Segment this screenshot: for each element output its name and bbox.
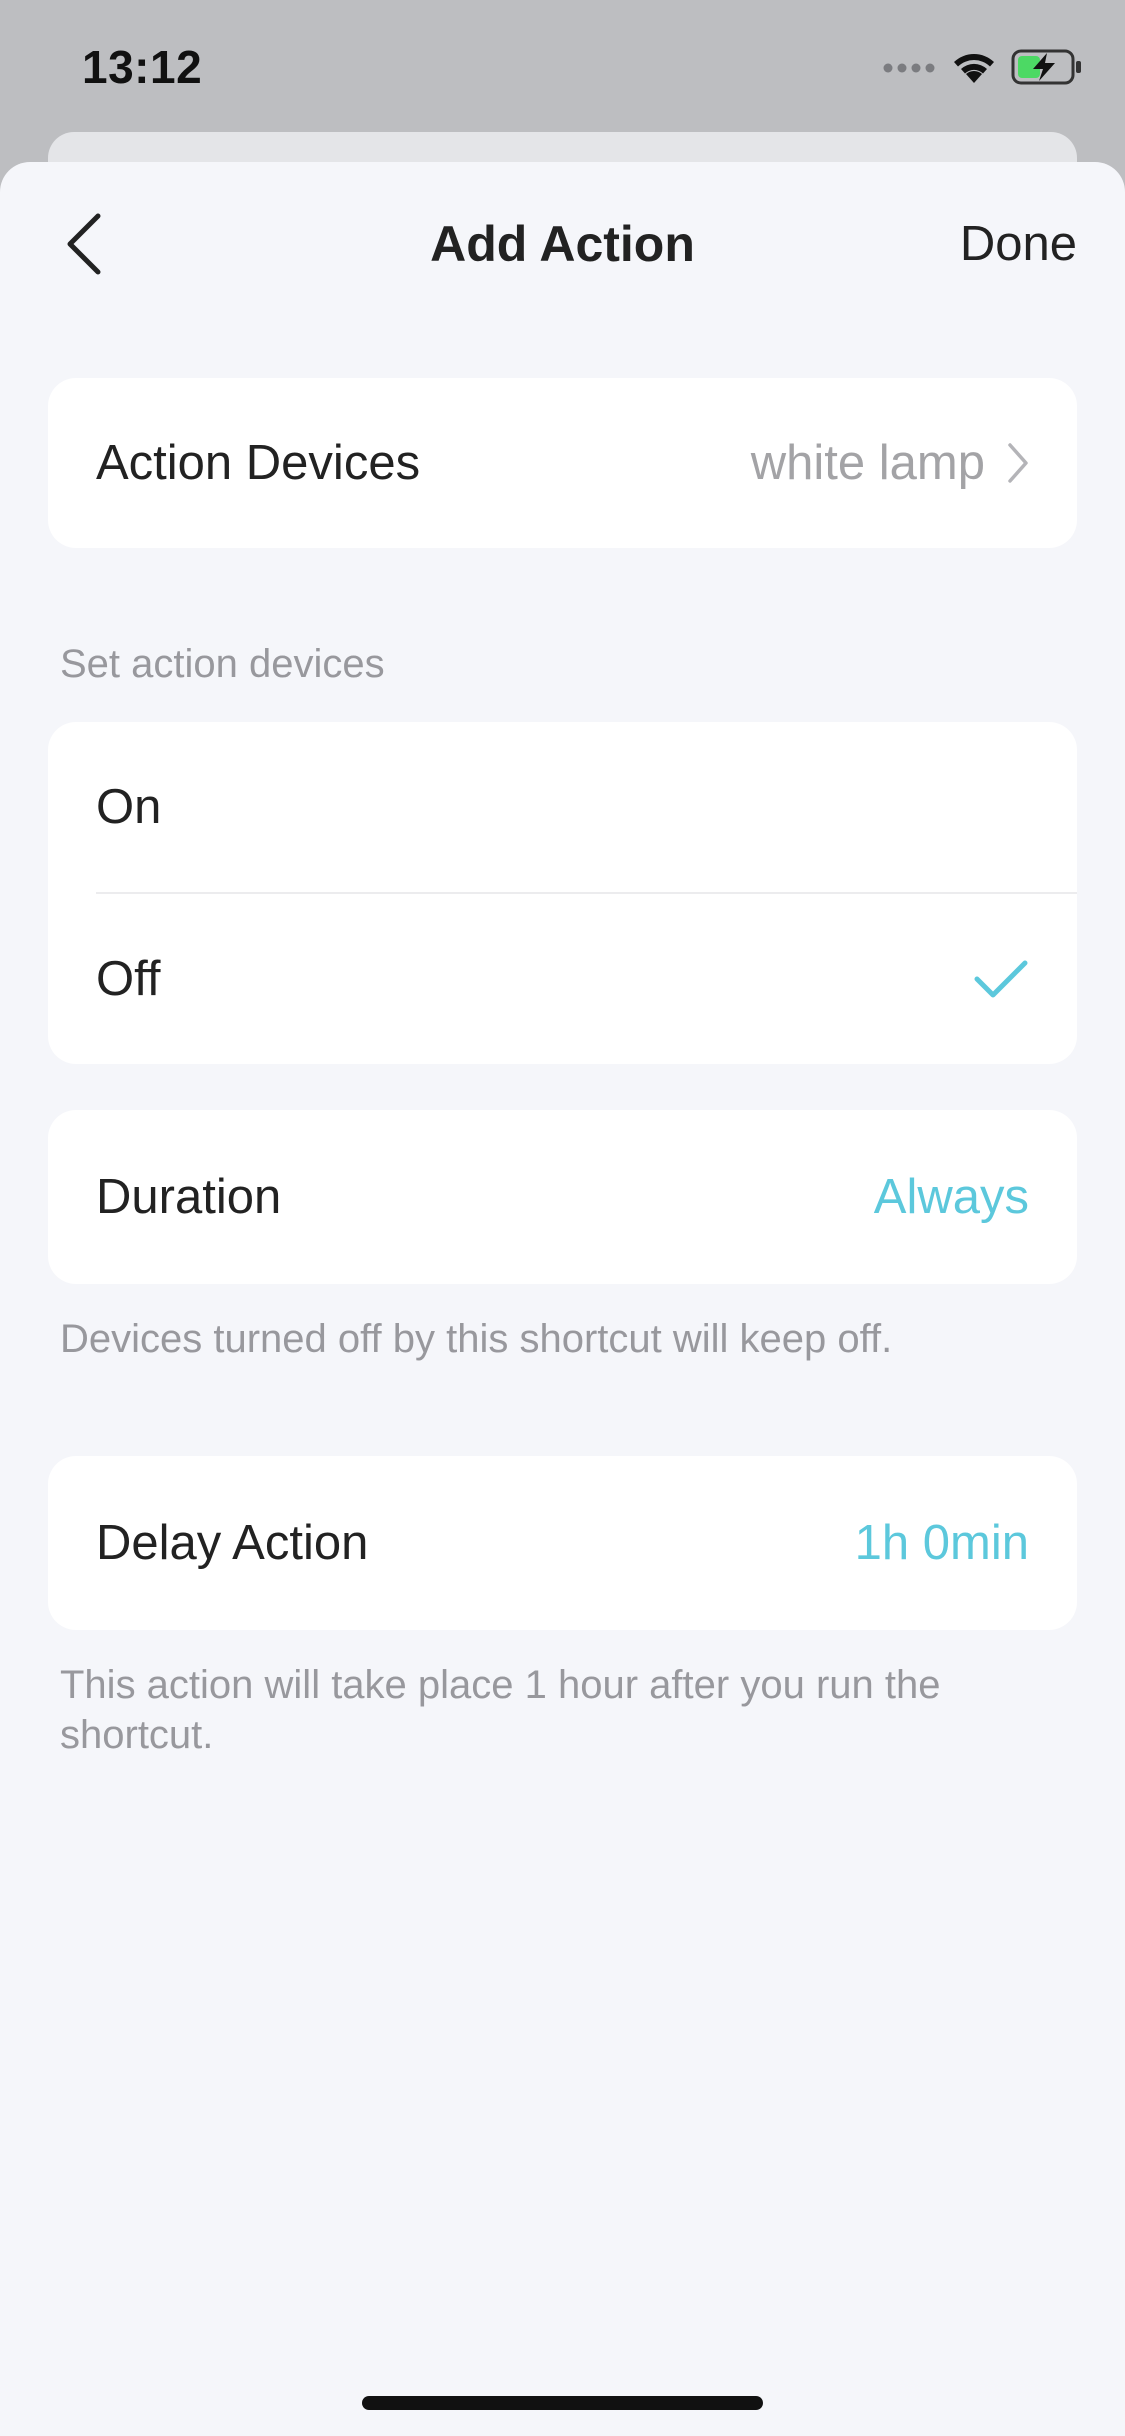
action-devices-row[interactable]: Action Devices white lamp xyxy=(48,378,1077,548)
option-on-label: On xyxy=(96,780,162,834)
chevron-right-icon xyxy=(1007,441,1029,485)
set-action-card: On Off xyxy=(48,722,1077,1064)
battery-charging-icon xyxy=(1011,49,1083,90)
delay-note: This action will take place 1 hour after… xyxy=(60,1663,941,1757)
status-icons xyxy=(883,48,1083,90)
option-on[interactable]: On xyxy=(48,722,1077,892)
signal-dots-icon xyxy=(883,60,937,79)
delay-row[interactable]: Delay Action 1h 0min xyxy=(48,1456,1077,1630)
page-title: Add Action xyxy=(430,216,695,272)
duration-value: Always xyxy=(873,1170,1029,1224)
delay-card: Delay Action 1h 0min xyxy=(48,1456,1077,1630)
checkmark-icon xyxy=(973,957,1029,1001)
home-indicator[interactable] xyxy=(362,2396,763,2410)
delay-label: Delay Action xyxy=(96,1516,369,1570)
duration-row[interactable]: Duration Always xyxy=(48,1110,1077,1284)
option-off[interactable]: Off xyxy=(48,894,1077,1064)
wifi-icon xyxy=(951,49,997,90)
action-devices-card: Action Devices white lamp xyxy=(48,378,1077,548)
action-devices-label: Action Devices xyxy=(96,436,421,490)
status-bar: 13:12 xyxy=(0,0,1125,132)
duration-label: Duration xyxy=(96,1170,282,1224)
done-button[interactable]: Done xyxy=(960,216,1077,272)
status-time: 13:12 xyxy=(82,41,203,93)
action-devices-value: white lamp xyxy=(750,436,985,490)
duration-card: Duration Always xyxy=(48,1110,1077,1284)
delay-value: 1h 0min xyxy=(854,1516,1029,1570)
option-off-label: Off xyxy=(96,952,161,1006)
duration-note: Devices turned off by this shortcut will… xyxy=(60,1317,893,1361)
section-header-set-action: Set action devices xyxy=(60,642,385,686)
